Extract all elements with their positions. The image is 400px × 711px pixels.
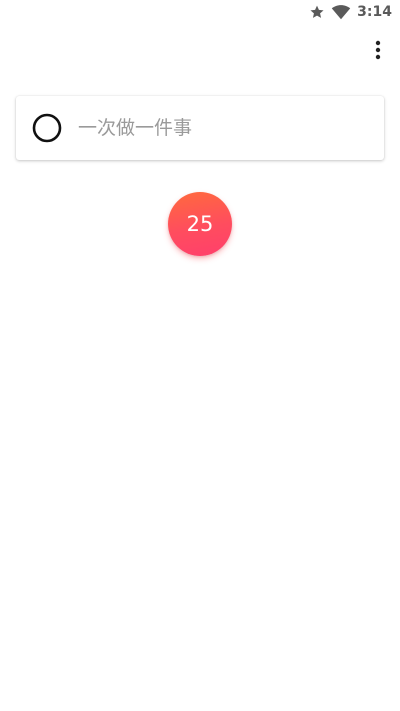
task-card <box>16 96 384 160</box>
circle-outline-icon[interactable] <box>32 113 62 143</box>
status-bar: 3:14 <box>0 0 400 24</box>
app-screen: 3:14 25 <box>0 0 400 711</box>
overflow-menu-button[interactable] <box>368 40 388 64</box>
timer-start-button[interactable]: 25 <box>168 192 232 256</box>
star-icon <box>309 4 325 20</box>
wifi-icon <box>331 4 351 20</box>
timer-minutes: 25 <box>186 212 214 236</box>
task-input[interactable] <box>78 108 358 148</box>
status-time: 3:14 <box>357 4 392 20</box>
more-vert-icon <box>375 40 381 64</box>
